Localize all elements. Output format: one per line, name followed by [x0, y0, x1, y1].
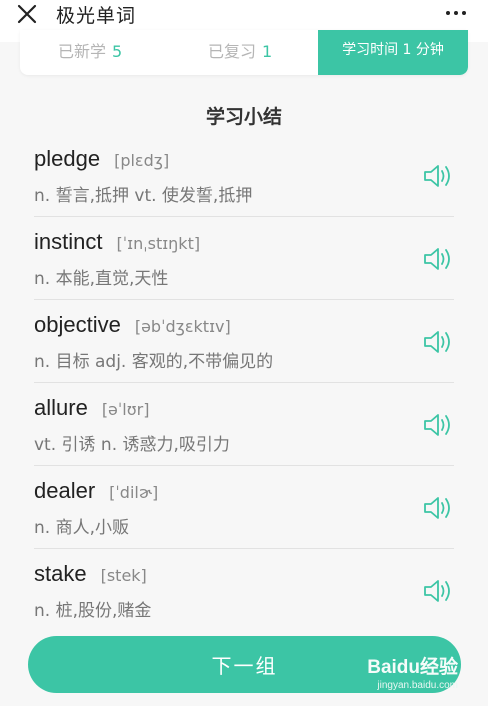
speaker-icon[interactable]: [422, 576, 454, 606]
word-meaning: n. 目标 adj. 客观的,不带偏见的: [34, 352, 274, 372]
word-row: allure [əˈlʊr] vt. 引诱 n. 诱惑力,吸引力: [34, 383, 454, 466]
word-row: pledge [plɛdʒ] n. 誓言,抵押 vt. 使发誓,抵押: [34, 134, 454, 217]
watermark-site: jingyan.baidu.com: [377, 680, 458, 691]
stat-reviewed: 已复习 1: [208, 38, 272, 62]
word-row: instinct [ˈɪnˌstɪŋkt] n. 本能,直觉,天性: [34, 217, 454, 300]
watermark-brand: Baidu经验: [367, 657, 458, 678]
summary-title: 学习小结: [205, 106, 282, 128]
word-phonetic: [əˈlʊr]: [101, 400, 150, 419]
close-button[interactable]: [14, 3, 40, 25]
stat-new-label: 已新学: [58, 42, 107, 61]
word-text: stake: [34, 561, 87, 586]
speaker-icon[interactable]: [422, 410, 454, 440]
word-meaning: vt. 引诱 n. 诱惑力,吸引力: [34, 435, 230, 455]
word-meaning: n. 桩,股份,赌金: [34, 601, 152, 621]
speaker-icon[interactable]: [422, 327, 454, 357]
word-text: pledge: [34, 146, 101, 171]
word-meaning: n. 本能,直觉,天性: [34, 269, 169, 289]
word-phonetic: [ˈdilɚ]: [109, 483, 159, 502]
stats-card: 已新学 5 已复习 1 学习时间 1 分钟: [20, 30, 468, 75]
word-phonetic: [stek]: [100, 566, 147, 585]
stat-review-count: 1: [262, 42, 273, 61]
word-list: pledge [plɛdʒ] n. 誓言,抵押 vt. 使发誓,抵押 insti…: [34, 134, 454, 632]
word-text: objective: [34, 312, 121, 337]
speaker-icon[interactable]: [422, 161, 454, 191]
word-phonetic: [plɛdʒ]: [114, 151, 170, 170]
more-button[interactable]: [446, 2, 466, 24]
word-row: stake [stek] n. 桩,股份,赌金: [34, 549, 454, 632]
more-icon: [446, 11, 450, 15]
stat-new-count: 5: [112, 42, 123, 61]
stat-new-learned: 已新学 5: [58, 38, 122, 62]
word-meaning: n. 誓言,抵押 vt. 使发誓,抵押: [34, 186, 253, 206]
word-row: objective [əbˈdʒɛktɪv] n. 目标 adj. 客观的,不带…: [34, 300, 454, 383]
speaker-icon[interactable]: [422, 244, 454, 274]
stat-review-label: 已复习: [208, 42, 257, 61]
word-text: instinct: [34, 229, 103, 254]
word-phonetic: [əbˈdʒɛktɪv]: [134, 317, 231, 336]
word-meaning: n. 商人,小贩: [34, 518, 129, 538]
word-text: allure: [34, 395, 88, 420]
word-row: dealer [ˈdilɚ] n. 商人,小贩: [34, 466, 454, 549]
speaker-icon[interactable]: [422, 493, 454, 523]
app-title: 极光单词: [56, 5, 137, 27]
baidu-watermark: Baidu经验 jingyan.baidu.com: [367, 652, 458, 691]
close-icon: [17, 4, 37, 24]
word-phonetic: [ˈɪnˌstɪŋkt]: [116, 234, 201, 253]
stat-study-time: 学习时间 1 分钟: [318, 30, 468, 75]
word-text: dealer: [34, 478, 96, 503]
